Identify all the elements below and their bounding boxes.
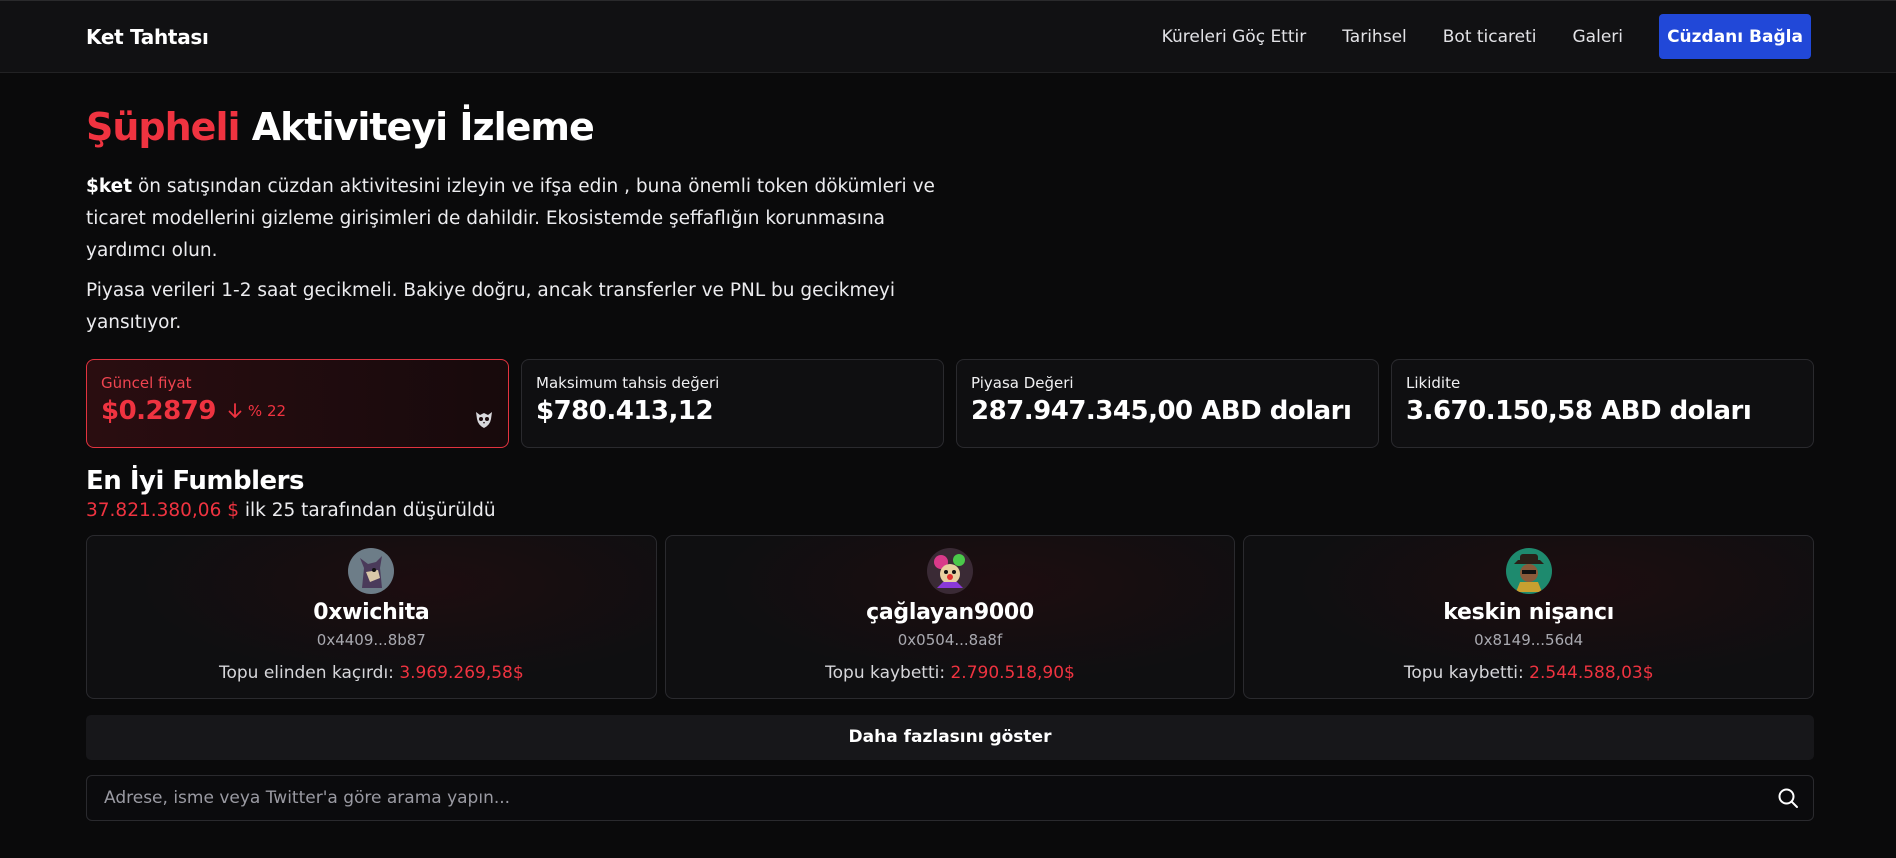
- main-content: Şüpheli Aktiviteyi İzleme $ket ön satışı…: [0, 105, 1896, 821]
- stat-value: 3.670.150,58 ABD doları: [1406, 395, 1752, 426]
- brand-logo[interactable]: Ket Tahtası: [86, 25, 209, 49]
- stat-market-cap[interactable]: Piyasa Değeri 287.947.345,00 ABD doları: [956, 358, 1379, 448]
- stat-current-price[interactable]: Güncel fiyat $0.2879 % 22: [86, 358, 509, 448]
- owl-icon: [476, 411, 492, 428]
- nav-link-gallery[interactable]: Galeri: [1573, 27, 1624, 47]
- stats-row: Güncel fiyat $0.2879 % 22 Maksimum tahsi…: [86, 358, 1814, 448]
- fumblers-subtitle-text: ilk 25 tarafından düşürüldü: [239, 499, 496, 521]
- stat-label: Piyasa Değeri: [971, 373, 1074, 392]
- fumbled-label: Topu elinden kaçırdı:: [218, 662, 400, 683]
- hero-description-text: ön satışından cüzdan aktivitesini izleyi…: [86, 175, 935, 261]
- token-ticker: $ket: [86, 175, 133, 197]
- fumbler-name: 0xwichita: [313, 599, 430, 625]
- wallet-address: 0x8149...56d4: [1474, 630, 1584, 649]
- price-change-value: % 22: [247, 401, 287, 420]
- page-title-rest: Aktiviteyi İzleme: [239, 105, 595, 149]
- avatar: [1505, 547, 1552, 594]
- page-title: Şüpheli Aktiviteyi İzleme: [86, 105, 1814, 149]
- price-change: % 22: [228, 402, 286, 420]
- search-input[interactable]: [104, 787, 1777, 808]
- fumblers-title: En İyi Fumblers: [86, 465, 304, 496]
- avatar: [927, 547, 973, 594]
- nav-link-historical[interactable]: Tarihsel: [1342, 27, 1407, 47]
- show-more-button[interactable]: Daha fazlasını göster: [86, 714, 1814, 760]
- fumbler-name: çağlayan9000: [866, 599, 1034, 625]
- fumbled-value: 2.544.588,03$: [1529, 662, 1654, 683]
- fumbled-amount: Topu kaybetti: 2.544.588,03$: [1404, 663, 1654, 683]
- arrow-down-icon: [228, 402, 242, 418]
- stat-label: Likidite: [1406, 373, 1461, 392]
- fumbled-value: 3.969.269,58$: [399, 662, 524, 683]
- fumbler-card[interactable]: 0xwichita 0x4409...8b87 Topu elinden kaç…: [86, 534, 657, 699]
- nav-link-migrate[interactable]: Küreleri Göç Ettir: [1162, 27, 1307, 47]
- search-icon[interactable]: [1777, 787, 1799, 809]
- fumbled-amount: Topu kaybetti: 2.790.518,90$: [825, 663, 1075, 683]
- fumbler-cards: 0xwichita 0x4409...8b87 Topu elinden kaç…: [86, 534, 1815, 699]
- stat-value: 287.947.345,00 ABD doları: [971, 395, 1352, 426]
- data-delay-note: Piyasa verileri 1-2 saat gecikmeli. Baki…: [86, 279, 895, 333]
- page-title-accent: Şüpheli: [86, 105, 240, 149]
- stat-label: Maksimum tahsis değeri: [536, 373, 720, 392]
- nav-links: Küreleri Göç Ettir Tarihsel Bot ticareti…: [1162, 14, 1811, 59]
- search-bar: [86, 774, 1814, 821]
- fumbler-card[interactable]: çağlayan9000 0x0504...8a8f Topu kaybetti…: [664, 534, 1236, 699]
- fumbler-card[interactable]: keskin nişancı 0x8149...56d4 Topu kaybet…: [1243, 534, 1815, 699]
- fumbled-label: Topu kaybetti:: [1403, 662, 1530, 683]
- hero-description: $ket ön satışından cüzdan aktivitesini i…: [86, 171, 946, 267]
- fumbled-value: 2.790.518,90$: [950, 662, 1075, 683]
- price-value: $0.2879: [101, 395, 216, 426]
- wallet-address: 0x4409...8b87: [316, 630, 426, 649]
- wallet-address: 0x0504...8a8f: [897, 630, 1003, 649]
- stat-label: Güncel fiyat: [101, 373, 192, 392]
- stat-value: $0.2879 % 22: [101, 396, 494, 426]
- fumblers-subtitle: 37.821.380,06 $ ilk 25 tarafından düşürü…: [86, 500, 1814, 521]
- stat-value: $780.413,12: [536, 395, 714, 426]
- fumbler-name: keskin nişancı: [1443, 599, 1615, 625]
- avatar: [348, 547, 395, 594]
- nav-link-bot-trading[interactable]: Bot ticareti: [1443, 27, 1537, 47]
- connect-wallet-button[interactable]: Cüzdanı Bağla: [1659, 14, 1811, 59]
- fumbled-label: Topu kaybetti:: [825, 662, 951, 683]
- top-navbar: Ket Tahtası Küreleri Göç Ettir Tarihsel …: [0, 0, 1896, 73]
- fumbled-amount: Topu elinden kaçırdı: 3.969.269,58$: [219, 663, 524, 683]
- stat-liquidity[interactable]: Likidite 3.670.150,58 ABD doları: [1391, 358, 1814, 448]
- fumblers-total: 37.821.380,06 $: [86, 499, 239, 521]
- stat-max-supply-value[interactable]: Maksimum tahsis değeri $780.413,12: [521, 358, 944, 448]
